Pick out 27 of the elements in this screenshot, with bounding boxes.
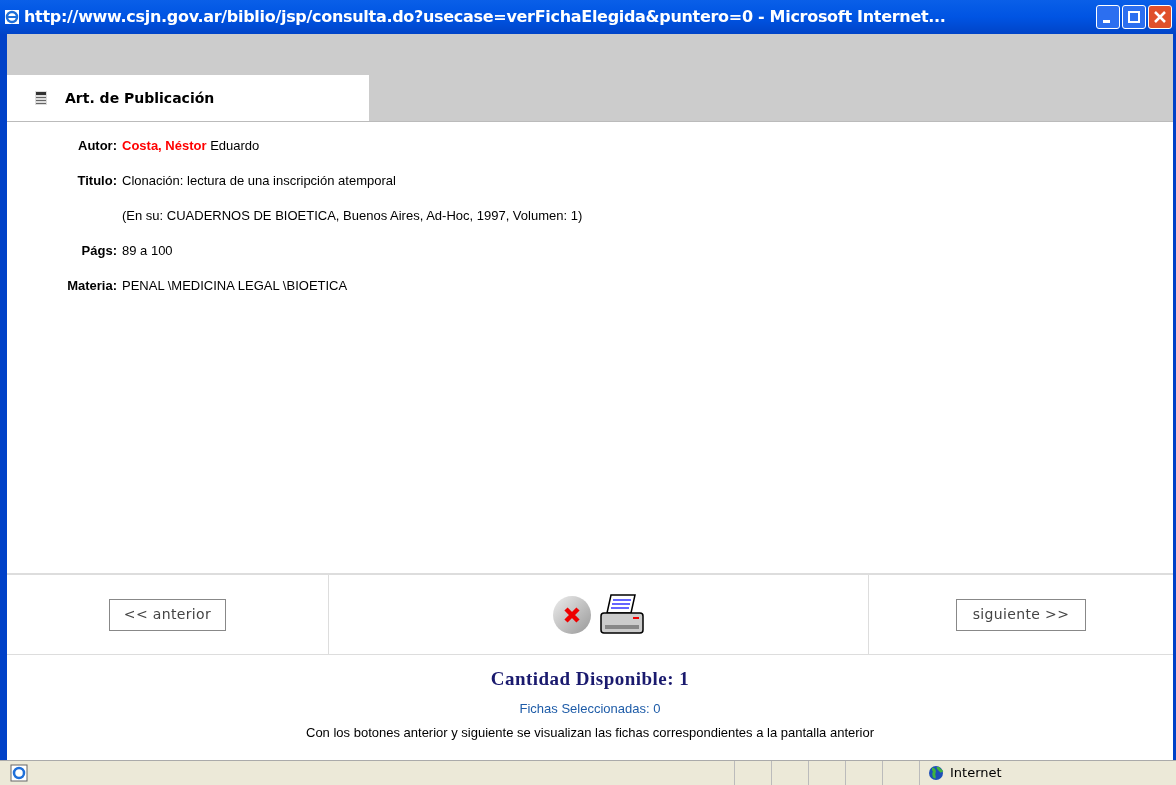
tab[interactable]: Art. de Publicación — [7, 75, 369, 121]
printer-icon[interactable] — [598, 592, 645, 637]
window-title: http://www.csjn.gov.ar/biblio/jsp/consulta.do?usecase=verFichaElegida&puntero=0 - Microsoft Internet... — [24, 6, 947, 28]
field-label: Titulo: — [77, 171, 117, 190]
help-text: Con los botones anterior y siguiente se visualizan las fichas correspondientes a la pantalla anterior — [306, 724, 874, 742]
browser-icon — [4, 9, 20, 25]
close-icon[interactable] — [552, 595, 591, 634]
field-label: Autor: — [78, 136, 117, 155]
tab-label: Art. de Publicación — [65, 88, 215, 108]
field-value: 89 a 100 — [122, 241, 173, 260]
minimize-icon[interactable] — [1096, 5, 1120, 29]
close-icon[interactable] — [1148, 5, 1172, 29]
available-count: Cantidad Disponible: 1 — [490, 667, 690, 691]
field-value: Costa, Néstor Eduardo — [122, 136, 260, 155]
field-value: PENAL \MEDICINA LEGAL \BIOETICA — [122, 276, 348, 295]
selected-count: Fichas Seleccionadas: 0 — [519, 699, 661, 718]
field-label: Materia: — [67, 276, 117, 295]
document-icon — [35, 91, 47, 105]
next-button[interactable]: siguiente >> — [955, 598, 1087, 631]
field-value: (En su: CUADERNOS DE BIOETICA, Buenos Aires, Ad-Hoc, 1997, Volumen: 1) — [122, 206, 583, 225]
zone-label: Internet — [950, 764, 1002, 783]
page-icon — [10, 764, 28, 782]
field-value: Clonación: lectura de una inscripción atemporal — [122, 171, 396, 190]
previous-button[interactable]: << anterior — [108, 598, 227, 631]
field-label: Págs: — [81, 241, 117, 260]
globe-icon — [928, 765, 944, 781]
maximize-icon[interactable] — [1122, 5, 1146, 29]
